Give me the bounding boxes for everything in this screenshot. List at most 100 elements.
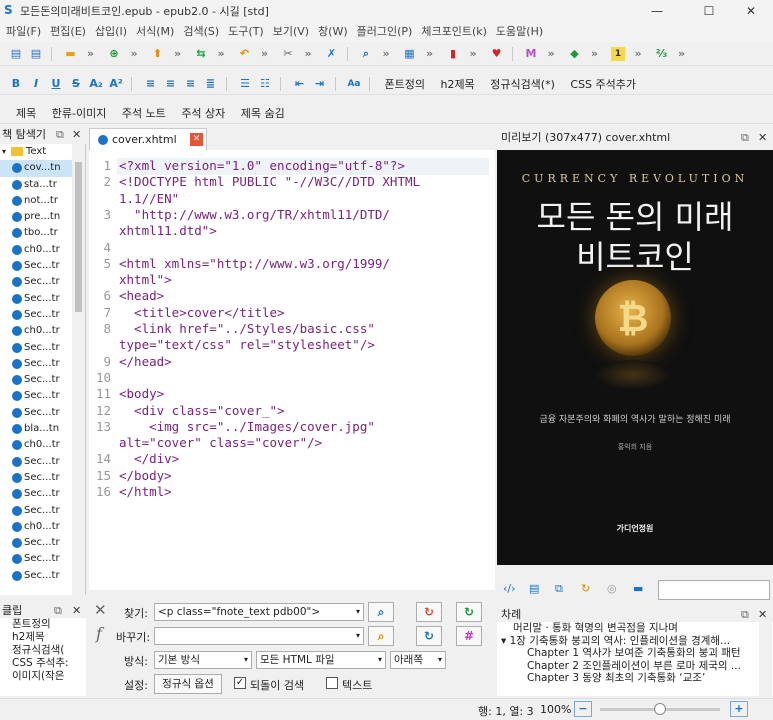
more-icon[interactable]: » bbox=[84, 47, 98, 61]
clip-item[interactable]: CSS 주석추: bbox=[12, 657, 86, 670]
close-find-icon[interactable]: ✕ bbox=[94, 601, 107, 619]
more-icon[interactable]: » bbox=[588, 47, 602, 61]
strikethrough-icon[interactable]: S bbox=[69, 77, 83, 91]
direction-select[interactable]: 아래쪽 ▾ bbox=[390, 651, 446, 669]
page-icon[interactable]: ▤ bbox=[529, 582, 539, 595]
text-size-icon[interactable]: ⅔ bbox=[655, 47, 669, 61]
close-panel-icon[interactable]: ✕ bbox=[72, 126, 81, 144]
browser-scrollbar[interactable] bbox=[72, 144, 85, 595]
menu-format[interactable]: 서식(M) bbox=[136, 25, 174, 38]
maximize-button[interactable]: ☐ bbox=[686, 0, 732, 22]
chevron-down-icon[interactable]: ▾ bbox=[356, 628, 360, 644]
code-view-icon[interactable]: ‹/› bbox=[503, 582, 516, 595]
code-line[interactable]: type="text/css" rel="stylesheet"/> bbox=[119, 337, 375, 353]
zoom-slider[interactable] bbox=[600, 703, 720, 715]
font-def-button[interactable]: 폰트정의 bbox=[385, 76, 425, 92]
scrollbar-thumb[interactable] bbox=[75, 162, 82, 312]
justify-icon[interactable]: ≣ bbox=[204, 77, 218, 91]
underline-icon[interactable]: U bbox=[49, 77, 63, 91]
code-line[interactable]: <?xml version="1.0" encoding="utf-8"?> bbox=[119, 158, 405, 174]
clip-note-button[interactable]: 주석 노트 bbox=[122, 105, 166, 121]
mode-select[interactable]: 기본 방식 ▾ bbox=[154, 651, 252, 669]
more-icon[interactable]: » bbox=[544, 47, 558, 61]
outdent-icon[interactable]: ⇤ bbox=[293, 77, 307, 91]
close-panel-icon[interactable]: ✕ bbox=[758, 129, 767, 147]
code-line[interactable]: </body> bbox=[119, 468, 172, 484]
image-icon[interactable]: ▦ bbox=[403, 47, 417, 61]
code-line[interactable]: <html xmlns="http://www.w3.org/1999/ bbox=[119, 256, 390, 272]
clip-hide-button[interactable]: 제목 숨김 bbox=[241, 105, 285, 121]
float-icon[interactable]: ⧉ bbox=[56, 126, 64, 144]
clip-item[interactable]: h2제목 bbox=[12, 631, 86, 644]
code-line[interactable]: <title>cover</title> bbox=[119, 305, 285, 321]
close-panel-icon[interactable]: ✕ bbox=[758, 606, 767, 622]
menu-tools[interactable]: 도구(T) bbox=[228, 25, 264, 38]
toc-scrollbar[interactable] bbox=[759, 622, 772, 696]
tab-cover-xhtml[interactable]: cover.xhtml ✕ bbox=[89, 128, 207, 150]
replace-all-button[interactable]: ↻ bbox=[456, 602, 482, 622]
toc-item[interactable]: ▾ 1장 기축통화 붕괴의 역사: 인플레이션을 경계해... bbox=[497, 635, 773, 648]
replace-find-button[interactable]: ↻ bbox=[416, 626, 442, 646]
code-line[interactable]: <link href="../Styles/basic.css" bbox=[119, 321, 375, 337]
more-icon[interactable]: » bbox=[127, 47, 141, 61]
more-icon[interactable]: » bbox=[301, 47, 315, 61]
bookmark-icon[interactable]: ▮ bbox=[446, 47, 460, 61]
toc-item[interactable]: Chapter 2 조인플레이션이 부른 로마 제국의 ... bbox=[497, 660, 773, 673]
new-book-icon[interactable]: ▤ bbox=[9, 47, 23, 61]
code-line[interactable]: 1.1//EN" bbox=[119, 191, 179, 207]
more-icon[interactable]: » bbox=[631, 47, 645, 61]
align-center-icon[interactable]: ≡ bbox=[164, 77, 178, 91]
clip-image-button[interactable]: 한류-이미지 bbox=[52, 105, 107, 121]
close-panel-icon[interactable]: ✕ bbox=[72, 602, 81, 618]
wrap-checkbox[interactable]: ✓ bbox=[234, 677, 246, 689]
refresh-icon[interactable]: ↻ bbox=[581, 582, 590, 595]
validate-icon[interactable]: ⇆ bbox=[194, 47, 208, 61]
clip-item[interactable]: 이미지(작은 bbox=[12, 670, 86, 683]
scope-select[interactable]: 모든 HTML 파일 ▾ bbox=[256, 651, 386, 669]
replace-input[interactable]: ▾ bbox=[154, 627, 364, 645]
menu-insert[interactable]: 삽입(I) bbox=[95, 25, 127, 38]
toc-item[interactable]: Chapter 3 동양 최초의 기축통화 ‘교조’ bbox=[497, 672, 773, 685]
code-line[interactable]: xhtml"> bbox=[119, 272, 172, 288]
indent-icon[interactable]: ⇥ bbox=[313, 77, 327, 91]
menu-search[interactable]: 검색(S) bbox=[183, 25, 219, 38]
code-line[interactable]: </div> bbox=[119, 451, 179, 467]
more-icon[interactable]: » bbox=[258, 47, 272, 61]
chevron-down-icon[interactable]: ▾ bbox=[244, 652, 248, 668]
code-line[interactable]: "http://www.w3.org/TR/xhtml11/DTD/ bbox=[119, 207, 390, 223]
menu-window[interactable]: 창(W) bbox=[318, 25, 348, 38]
undo-icon[interactable]: ↶ bbox=[238, 47, 252, 61]
float-icon[interactable]: ⧉ bbox=[741, 606, 749, 622]
code-line[interactable]: </head> bbox=[119, 354, 172, 370]
metadata-icon[interactable]: M bbox=[524, 47, 538, 61]
clip-title-button[interactable]: 제목 bbox=[16, 105, 36, 121]
function-icon[interactable]: f bbox=[96, 624, 102, 643]
more-icon[interactable]: » bbox=[379, 47, 393, 61]
zoom-out-button[interactable]: − bbox=[574, 701, 592, 717]
find-input[interactable]: <p class="fnote_text pdb00"> ▾ bbox=[154, 603, 364, 621]
close-button[interactable]: ✕ bbox=[728, 0, 773, 22]
add-file-icon[interactable]: ⊕ bbox=[107, 47, 121, 61]
regex-options-button[interactable]: 정규식 옵션 bbox=[154, 674, 222, 694]
copy-icon[interactable]: ⧉ bbox=[555, 582, 563, 596]
more-icon[interactable]: » bbox=[214, 47, 228, 61]
toc-item[interactable]: Chapter 1 역사가 보여준 기축통화의 붕괴 패턴 bbox=[497, 647, 773, 660]
number-one-icon[interactable]: 1 bbox=[611, 47, 625, 61]
align-right-icon[interactable]: ≡ bbox=[184, 77, 198, 91]
code-line[interactable]: <!DOCTYPE html PUBLIC "-//W3C//DTD XHTML bbox=[119, 174, 420, 190]
code-line[interactable]: <body> bbox=[119, 386, 164, 402]
text-checkbox[interactable] bbox=[326, 677, 338, 689]
float-icon[interactable]: ⧉ bbox=[741, 129, 749, 147]
zoom-in-button[interactable]: + bbox=[730, 701, 748, 717]
menu-plugins[interactable]: 플러그인(P) bbox=[357, 25, 413, 38]
inspect-icon[interactable]: ◎ bbox=[607, 582, 617, 595]
arrow-up-icon[interactable]: ⬆ bbox=[151, 47, 165, 61]
cut-icon[interactable]: ✂ bbox=[281, 47, 295, 61]
clip-item[interactable]: 폰트정의 bbox=[12, 618, 86, 631]
chevron-down-icon[interactable]: ▾ bbox=[438, 652, 442, 668]
code-line[interactable]: <img src="../Images/cover.jpg" bbox=[119, 419, 375, 435]
menu-checkpoint[interactable]: 체크포인트(k) bbox=[421, 25, 487, 38]
menu-edit[interactable]: 편집(E) bbox=[50, 25, 86, 38]
chevron-down-icon[interactable]: ▾ bbox=[356, 604, 360, 620]
css-note-button[interactable]: CSS 주석추가 bbox=[570, 76, 636, 92]
